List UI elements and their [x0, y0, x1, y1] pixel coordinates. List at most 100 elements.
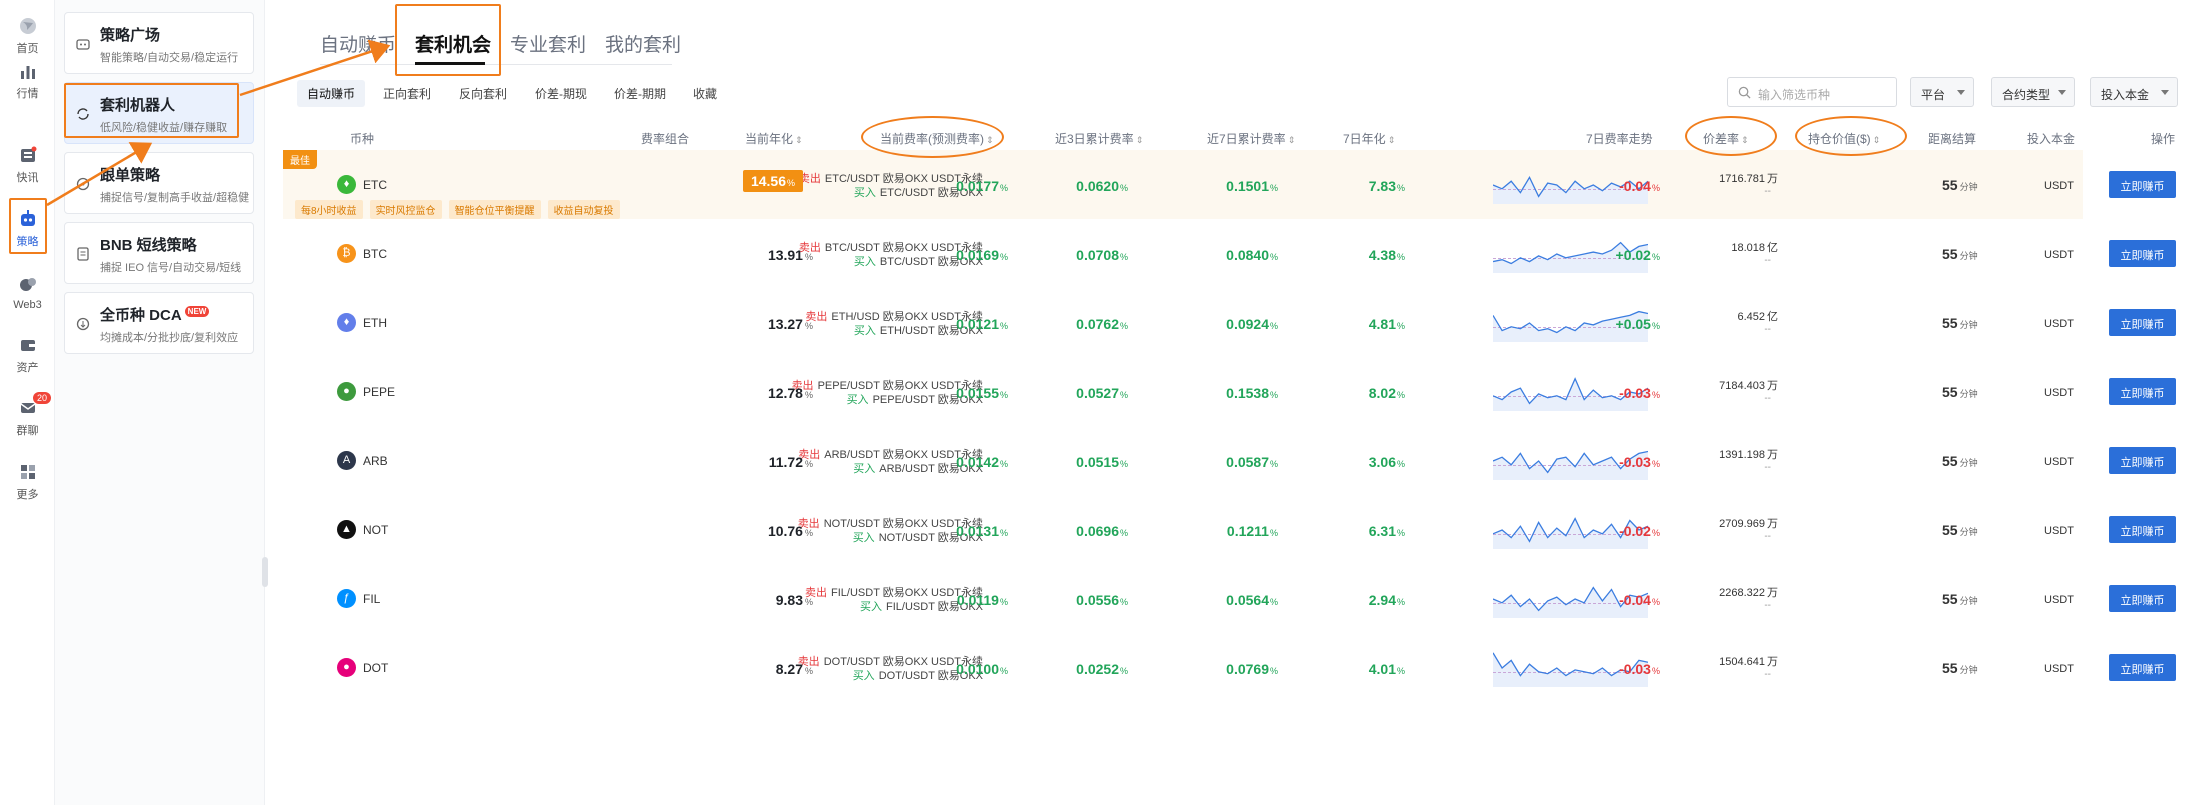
strategy-card[interactable]: 跟单策略捕捉信号/复制高手收益/超稳健 [64, 152, 254, 214]
annual-yield: 12.78% [767, 385, 813, 401]
open-interest: 7184.403 万 [1719, 380, 1778, 392]
earn-now-button[interactable]: 立即赚币 [2109, 378, 2176, 405]
strategy-title: 策略广场 [100, 27, 161, 44]
coin-name: DOT [363, 661, 389, 675]
earn-now-button[interactable]: 立即赚币 [2109, 516, 2176, 543]
tab-auto-earn[interactable]: 自动赚币 [320, 30, 396, 57]
coin-name: NOT [363, 523, 389, 537]
subtab-reverse-arb[interactable]: 反向套利 [459, 85, 507, 102]
table-row: ● PEPE 卖出 PEPE/USDT 欧易OKX USDT永续 买入 PEPE/USDT… [283, 357, 2176, 426]
icon-rail: 首页 行情 快讯 策略 Web3 资产 群聊 20 更多 [0, 0, 55, 805]
coin-logo-icon: A [337, 451, 356, 470]
col-rate-3d[interactable]: 近3日累计费率 ⇕ [1055, 130, 1143, 147]
earn-now-button[interactable]: 立即赚币 [2109, 654, 2176, 681]
current-rate: 0.0100% [956, 661, 1008, 677]
col-annual-7d[interactable]: 7日年化 ⇕ [1343, 130, 1395, 147]
strategy-subtitle: 捕捉信号/复制高手收益/超稳健 [100, 192, 250, 204]
contract-type-select[interactable]: 合约类型 [1991, 77, 2075, 107]
open-interest: 6.452 亿 [1737, 311, 1778, 323]
earn-now-button[interactable]: 立即赚币 [2109, 447, 2176, 474]
coin-name: ETH [363, 316, 387, 330]
wallet-icon [18, 335, 38, 355]
col-coin: 币种 [350, 132, 375, 146]
subtab-favorites[interactable]: 收藏 [693, 85, 717, 102]
rail-label: 群聊 [16, 425, 39, 437]
earn-now-button[interactable]: 立即赚币 [2109, 309, 2176, 336]
invest-currency: USDT [2044, 249, 2074, 261]
rail-item-chat[interactable]: 群聊 20 [0, 392, 55, 438]
strategy-subtitle: 智能策略/自动交易/稳定运行 [100, 52, 239, 64]
subtab-spread-spot-futures[interactable]: 价差-期现 [535, 85, 587, 102]
highlight-robot-box [64, 83, 239, 138]
strategy-card[interactable]: BNB 短线策略捕捉 IEO 信号/自动交易/短线 [64, 222, 254, 284]
rail-item-wallet[interactable]: 资产 [0, 335, 55, 375]
strategy-title: 全币种 DCA NEW [100, 304, 210, 325]
rail-item-grid[interactable]: 更多 [0, 462, 55, 502]
annual-yield: 8.27% [775, 661, 813, 677]
earn-now-button[interactable]: 立即赚币 [2109, 240, 2176, 267]
table-row: A ARB 卖出 ARB/USDT 欧易OKX USDT永续 买入 ARB/USDT 欧易… [283, 426, 2176, 495]
rate-7d: 0.0587% [1226, 454, 1278, 470]
invest-currency: USDT [2044, 318, 2074, 330]
strategy-title: 跟单策略 [100, 167, 161, 184]
annual-7d: 4.01% [1368, 661, 1405, 677]
tab-pro-arbitrage[interactable]: 专业套利 [510, 30, 586, 57]
rate-7d: 0.1501% [1226, 178, 1278, 194]
spread-rate: -0.03% [1619, 385, 1660, 401]
col-rate-7d[interactable]: 近7日累计费率 ⇕ [1207, 130, 1295, 147]
earn-now-button[interactable]: 立即赚币 [2109, 171, 2176, 198]
strategy-subtitle: 均摊成本/分批抄底/复利效应 [100, 332, 239, 344]
tab-my-arbitrage[interactable]: 我的套利 [605, 30, 681, 57]
coin-logo-icon: ₿ [337, 244, 356, 263]
spread-rate: -0.04% [1619, 178, 1660, 194]
rail-label: Web3 [13, 299, 42, 311]
coin-name: BTC [363, 247, 387, 261]
time-to-settle: 55 分钟 [1942, 660, 1978, 676]
rail-item-globe[interactable]: 首页 [0, 16, 55, 56]
rail-item-web3[interactable]: Web3 [0, 275, 55, 311]
panel-collapse-handle[interactable] [262, 557, 268, 587]
feature-tag: 智能仓位平衡提醒 [448, 200, 541, 219]
rate-3d: 0.0252% [1076, 661, 1128, 677]
coin-search-input[interactable]: 输入筛选币种 [1727, 77, 1897, 107]
col-settle: 距离结算 [1928, 132, 1977, 146]
highlight-spread-oval [1685, 116, 1777, 156]
current-rate: 0.0169% [956, 247, 1008, 263]
search-placeholder: 输入筛选币种 [1758, 88, 1831, 102]
coin-logo-icon: ƒ [337, 589, 356, 608]
annual-yield: 13.27% [767, 316, 813, 332]
subtab-forward-arb[interactable]: 正向套利 [383, 85, 431, 102]
rail-label: 首页 [16, 43, 39, 55]
spread-rate: -0.04% [1619, 592, 1660, 608]
annual-7d: 4.81% [1368, 316, 1405, 332]
platform-select[interactable]: 平台 [1910, 77, 1974, 107]
time-to-settle: 55 分钟 [1942, 246, 1978, 262]
rail-item-news[interactable]: 快讯 [0, 145, 55, 185]
web3-icon [18, 275, 38, 295]
rail-item-bar-chart[interactable]: 行情 [0, 61, 55, 101]
open-interest-sub: -- [1764, 600, 1771, 611]
strategy-card[interactable]: 策略广场智能策略/自动交易/稳定运行 [64, 12, 254, 74]
strategy-subtitle: 捕捉 IEO 信号/自动交易/短线 [100, 262, 242, 274]
rail-label: 快讯 [16, 172, 39, 184]
subtab-spread-futures-futures[interactable]: 价差-期期 [614, 85, 666, 102]
open-interest-sub: -- [1764, 324, 1771, 335]
rate-3d: 0.0527% [1076, 385, 1128, 401]
strategy-card[interactable]: 全币种 DCA NEW 均摊成本/分批抄底/复利效应 [64, 292, 254, 354]
earn-now-button[interactable]: 立即赚币 [2109, 585, 2176, 612]
open-interest-sub: -- [1764, 669, 1771, 680]
current-rate: 0.0131% [956, 523, 1008, 539]
table-row: ƒ FIL 卖出 FIL/USDT 欧易OKX USDT永续 买入 FIL/USDT 欧易… [283, 564, 2176, 633]
invest-currency: USDT [2044, 387, 2074, 399]
coin-name: ETC [363, 178, 387, 192]
col-annual[interactable]: 当前年化 ⇕ [745, 130, 803, 147]
rail-label: 行情 [16, 88, 39, 100]
invest-currency: USDT [2044, 456, 2074, 468]
subtab-auto-earn[interactable]: 自动赚币 [297, 80, 366, 107]
invest-select[interactable]: 投入本金 [2090, 77, 2178, 107]
coin-name: ARB [363, 454, 388, 468]
rate-3d: 0.0696% [1076, 523, 1128, 539]
time-to-settle: 55 分钟 [1942, 315, 1978, 331]
strategy-title: BNB 短线策略 [100, 237, 197, 254]
search-icon [1738, 86, 1751, 99]
